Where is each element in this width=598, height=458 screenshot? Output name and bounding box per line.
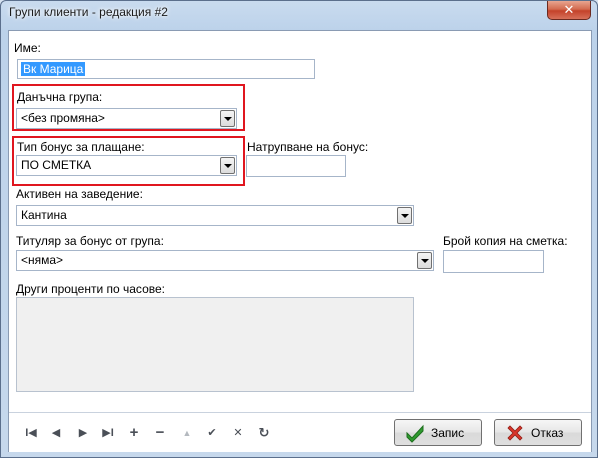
name-input-value: Вк Марица bbox=[21, 62, 86, 76]
receipt-copies-input[interactable] bbox=[443, 250, 544, 273]
receipt-copies-label: Брой копия на сметка: bbox=[443, 234, 568, 248]
form-area: Име: Вк Марица Данъчна група: <без промя… bbox=[8, 30, 592, 452]
active-venue-label: Активен на заведение: bbox=[16, 187, 143, 201]
save-button-label: Запис bbox=[431, 426, 465, 440]
name-label: Име: bbox=[14, 41, 41, 55]
chevron-down-icon[interactable] bbox=[220, 157, 235, 174]
add-record-icon[interactable]: + bbox=[126, 425, 142, 441]
title-bar[interactable]: Групи клиенти - редакция #2 ✕ bbox=[1, 1, 597, 25]
dialog-window: Групи клиенти - редакция #2 ✕ Име: Вк Ма… bbox=[0, 0, 598, 458]
active-venue-select[interactable]: Кантина bbox=[16, 205, 414, 226]
hourly-percents-label: Други проценти по часове: bbox=[16, 282, 165, 296]
first-record-icon[interactable]: I◀ bbox=[23, 425, 39, 441]
checkmark-icon bbox=[406, 424, 424, 443]
window-title: Групи клиенти - редакция #2 bbox=[9, 5, 168, 19]
bonus-type-value: ПО СМЕТКА bbox=[21, 158, 92, 172]
chevron-down-icon[interactable] bbox=[397, 207, 412, 224]
active-venue-value: Кантина bbox=[21, 208, 67, 222]
refresh-icon[interactable]: ↻ bbox=[256, 425, 272, 441]
bonus-accum-label: Натрупване на бонус: bbox=[247, 140, 369, 154]
name-input[interactable]: Вк Марица bbox=[17, 59, 315, 79]
bonus-type-select[interactable]: ПО СМЕТКА bbox=[16, 155, 237, 176]
navigator-bar: I◀ ◀ ▶ ▶I + − ▲ ✔ ✕ ↻ Запис Отказ bbox=[9, 412, 591, 452]
edit-record-icon[interactable]: ▲ bbox=[179, 425, 195, 441]
cancel-button[interactable]: Отказ bbox=[494, 419, 582, 446]
prior-record-icon[interactable]: ◀ bbox=[48, 425, 64, 441]
hourly-percents-grid[interactable] bbox=[16, 297, 414, 392]
save-button[interactable]: Запис bbox=[394, 419, 482, 446]
group-bonus-holder-select[interactable]: <няма> bbox=[16, 250, 434, 271]
next-record-icon[interactable]: ▶ bbox=[75, 425, 91, 441]
cancel-record-icon[interactable]: ✕ bbox=[230, 425, 246, 441]
chevron-down-icon[interactable] bbox=[417, 252, 432, 269]
cancel-button-label: Отказ bbox=[531, 426, 564, 440]
cross-icon bbox=[507, 425, 523, 441]
tax-group-label: Данъчна група: bbox=[17, 90, 103, 104]
close-icon: ✕ bbox=[563, 2, 575, 17]
delete-record-icon[interactable]: − bbox=[152, 425, 168, 441]
bonus-type-label: Тип бонус за плащане: bbox=[17, 140, 145, 154]
post-record-icon[interactable]: ✔ bbox=[204, 425, 220, 441]
chevron-down-icon[interactable] bbox=[220, 110, 235, 127]
last-record-icon[interactable]: ▶I bbox=[100, 425, 116, 441]
group-bonus-holder-value: <няма> bbox=[21, 253, 64, 267]
close-button[interactable]: ✕ bbox=[547, 1, 591, 20]
tax-group-value: <без промяна> bbox=[21, 111, 105, 125]
bonus-accum-input[interactable] bbox=[246, 155, 346, 177]
tax-group-select[interactable]: <без промяна> bbox=[16, 108, 237, 129]
group-bonus-holder-label: Титуляр за бонус от група: bbox=[16, 234, 164, 248]
